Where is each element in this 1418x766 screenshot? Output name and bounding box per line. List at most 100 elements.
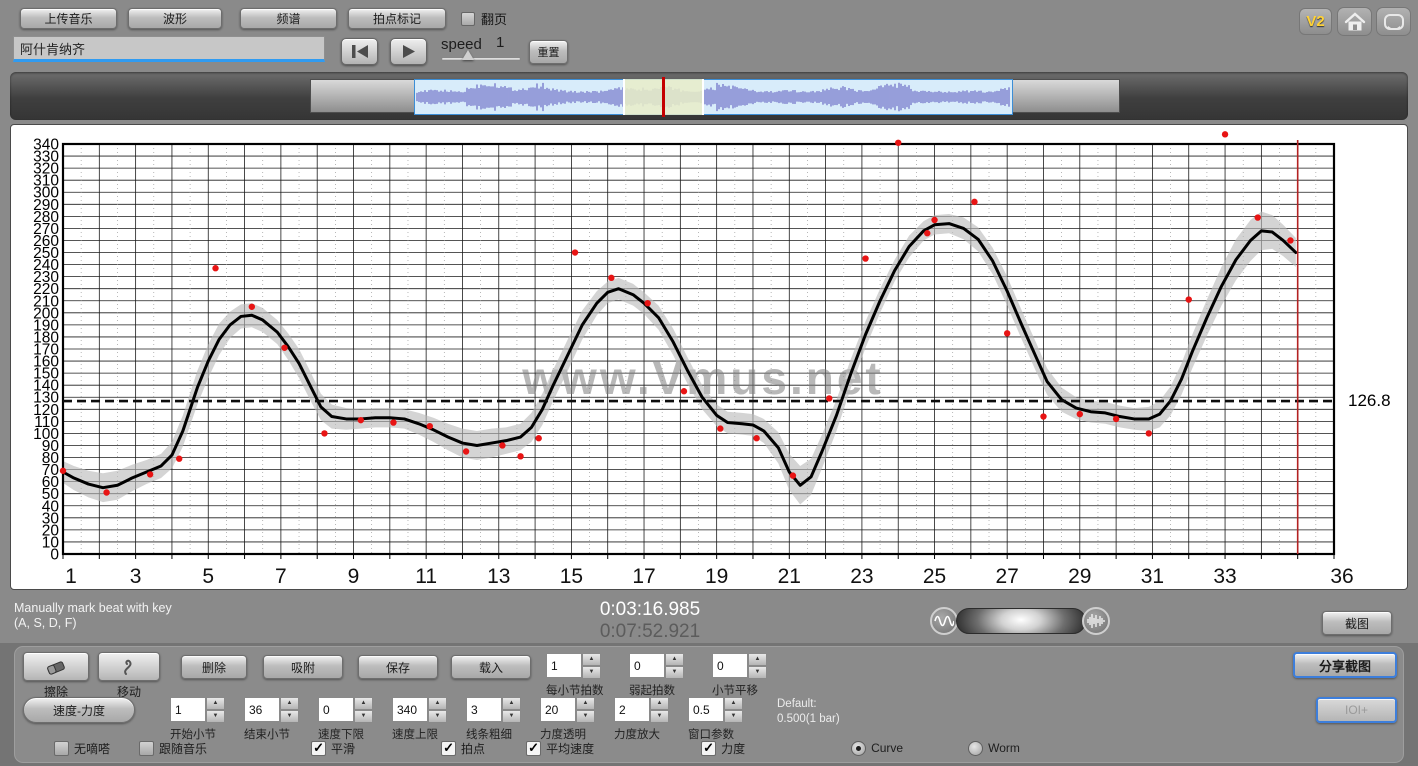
beat-point[interactable] bbox=[281, 345, 287, 351]
beat-point[interactable] bbox=[1222, 131, 1228, 137]
beat-point[interactable] bbox=[1040, 413, 1046, 419]
beat-point[interactable] bbox=[1255, 214, 1261, 220]
spinner-value[interactable]: 1 bbox=[546, 653, 582, 678]
spinner-down-icon[interactable]: ▼ bbox=[748, 666, 767, 679]
beat-mark-button[interactable]: 拍点标记 bbox=[348, 8, 446, 29]
spectrum-button[interactable]: 频谱 bbox=[240, 8, 337, 29]
speed-slider-thumb[interactable] bbox=[462, 50, 474, 60]
spinner-value[interactable]: 36 bbox=[244, 697, 280, 722]
spinner-up-icon[interactable]: ▲ bbox=[206, 697, 225, 710]
spinner-down-icon[interactable]: ▼ bbox=[280, 710, 299, 723]
spinner-up-icon[interactable]: ▲ bbox=[582, 653, 601, 666]
beat-point[interactable] bbox=[390, 419, 396, 425]
spinner-down-icon[interactable]: ▼ bbox=[650, 710, 669, 723]
beat-point[interactable] bbox=[826, 395, 832, 401]
spinner-up-icon[interactable]: ▲ bbox=[724, 697, 743, 710]
save-button[interactable]: 保存 bbox=[358, 655, 438, 679]
overview-playhead[interactable] bbox=[662, 77, 665, 117]
reset-button[interactable]: 重置 bbox=[529, 40, 568, 64]
delete-button[interactable]: 删除 bbox=[181, 655, 247, 679]
checkbox[interactable]: ✓ bbox=[311, 741, 326, 756]
beat-point[interactable] bbox=[517, 453, 523, 459]
checkbox[interactable] bbox=[54, 741, 69, 756]
checkbox[interactable] bbox=[139, 741, 154, 756]
music-title-input[interactable] bbox=[13, 36, 325, 62]
spinner-up-icon[interactable]: ▲ bbox=[665, 653, 684, 666]
spinner-value[interactable]: 0 bbox=[629, 653, 665, 678]
beat-point[interactable] bbox=[249, 304, 255, 310]
beat-point[interactable] bbox=[681, 388, 687, 394]
spinner-down-icon[interactable]: ▼ bbox=[428, 710, 447, 723]
version-badge[interactable]: V2 bbox=[1299, 8, 1332, 35]
play-button[interactable] bbox=[390, 38, 427, 65]
skip-back-button[interactable] bbox=[341, 38, 378, 65]
radio-button[interactable] bbox=[968, 741, 983, 756]
home-button[interactable] bbox=[1337, 7, 1372, 36]
beat-point[interactable] bbox=[1004, 330, 1010, 336]
beat-point[interactable] bbox=[753, 435, 759, 441]
beat-point[interactable] bbox=[499, 442, 505, 448]
spinner-value[interactable]: 340 bbox=[392, 697, 428, 722]
beat-point[interactable] bbox=[1077, 411, 1083, 417]
share-screenshot-button[interactable]: 分享截图 bbox=[1293, 652, 1397, 678]
upload-music-button[interactable]: 上传音乐 bbox=[20, 8, 117, 29]
beat-point[interactable] bbox=[572, 249, 578, 255]
spinner-down-icon[interactable]: ▼ bbox=[665, 666, 684, 679]
beat-point[interactable] bbox=[1186, 296, 1192, 302]
spinner-up-icon[interactable]: ▲ bbox=[650, 697, 669, 710]
checkbox[interactable]: ✓ bbox=[441, 741, 456, 756]
spinner-down-icon[interactable]: ▼ bbox=[206, 710, 225, 723]
beat-point[interactable] bbox=[147, 471, 153, 477]
beat-point[interactable] bbox=[924, 230, 930, 236]
beat-point[interactable] bbox=[103, 489, 109, 495]
spinner-down-icon[interactable]: ▼ bbox=[576, 710, 595, 723]
spinner-down-icon[interactable]: ▼ bbox=[724, 710, 743, 723]
beat-point[interactable] bbox=[895, 140, 901, 146]
beat-point[interactable] bbox=[321, 430, 327, 436]
spinner-up-icon[interactable]: ▲ bbox=[502, 697, 521, 710]
speed-slider[interactable] bbox=[441, 57, 521, 61]
overview-track[interactable] bbox=[310, 79, 1120, 113]
spinner-value[interactable]: 2 bbox=[614, 697, 650, 722]
ioi-button[interactable]: IOI+ bbox=[1316, 697, 1397, 723]
spinner-up-icon[interactable]: ▲ bbox=[280, 697, 299, 710]
beat-point[interactable] bbox=[717, 425, 723, 431]
spinner-value[interactable]: 3 bbox=[466, 697, 502, 722]
beat-point[interactable] bbox=[1146, 430, 1152, 436]
spinner-up-icon[interactable]: ▲ bbox=[748, 653, 767, 666]
beat-point[interactable] bbox=[862, 255, 868, 261]
spinner-down-icon[interactable]: ▼ bbox=[502, 710, 521, 723]
overview-waveform[interactable] bbox=[414, 79, 1013, 115]
spinner-down-icon[interactable]: ▼ bbox=[354, 710, 373, 723]
spinner-value[interactable]: 20 bbox=[540, 697, 576, 722]
erase-button[interactable] bbox=[23, 652, 89, 681]
beat-point[interactable] bbox=[427, 423, 433, 429]
beat-point[interactable] bbox=[212, 265, 218, 271]
beat-point[interactable] bbox=[644, 300, 650, 306]
move-button[interactable] bbox=[98, 652, 160, 681]
screenshot-button[interactable]: 截图 bbox=[1322, 611, 1392, 635]
spinner-value[interactable]: 1 bbox=[170, 697, 206, 722]
tempo-dynamics-button[interactable]: 速度-力度 bbox=[23, 697, 135, 723]
flip-page-checkbox[interactable] bbox=[461, 12, 475, 26]
beat-point[interactable] bbox=[176, 456, 182, 462]
spinner-value[interactable]: 0.5 bbox=[688, 697, 724, 722]
beat-point[interactable] bbox=[971, 199, 977, 205]
beat-point[interactable] bbox=[608, 275, 614, 281]
spinner-value[interactable]: 0 bbox=[712, 653, 748, 678]
radio-button[interactable] bbox=[851, 741, 866, 756]
fullscreen-button[interactable] bbox=[1376, 7, 1411, 36]
spinner-down-icon[interactable]: ▼ bbox=[582, 666, 601, 679]
beat-point[interactable] bbox=[358, 417, 364, 423]
load-button[interactable]: 载入 bbox=[451, 655, 531, 679]
beat-point[interactable] bbox=[790, 472, 796, 478]
spinner-up-icon[interactable]: ▲ bbox=[576, 697, 595, 710]
spinner-up-icon[interactable]: ▲ bbox=[354, 697, 373, 710]
beat-point[interactable] bbox=[931, 217, 937, 223]
snap-button[interactable]: 吸附 bbox=[263, 655, 343, 679]
spinner-up-icon[interactable]: ▲ bbox=[428, 697, 447, 710]
volume-slider[interactable] bbox=[956, 608, 1086, 634]
spinner-value[interactable]: 0 bbox=[318, 697, 354, 722]
beat-point[interactable] bbox=[60, 468, 66, 474]
checkbox[interactable]: ✓ bbox=[526, 741, 541, 756]
